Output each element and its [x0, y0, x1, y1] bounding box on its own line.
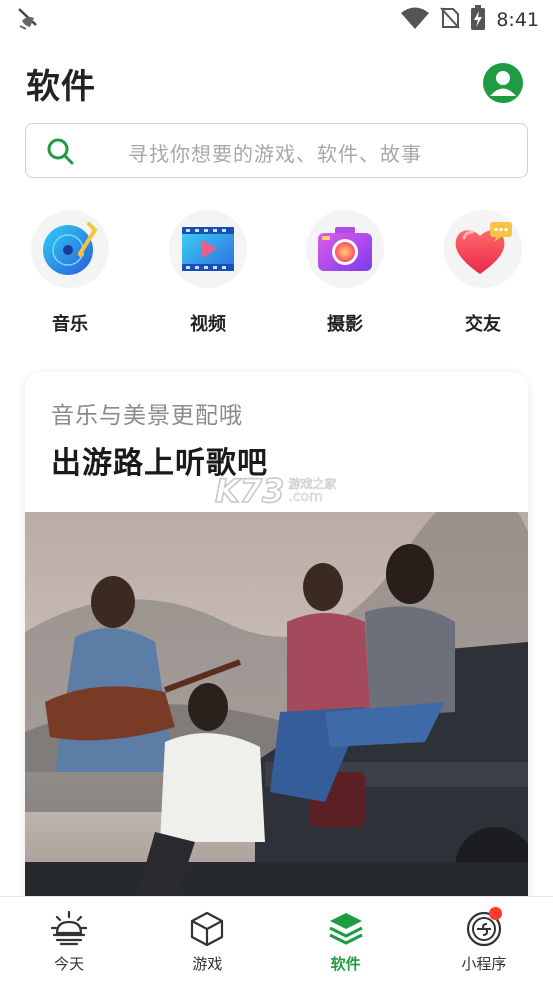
category-music-circle — [31, 210, 109, 288]
card-subtitle: 音乐与美景更配哦 — [51, 403, 243, 429]
category-photo-circle — [306, 210, 384, 288]
nav-today-label: 今天 — [54, 955, 85, 973]
category-photo[interactable]: 摄影 — [295, 210, 395, 336]
category-video[interactable]: 视频 — [158, 210, 258, 336]
watermark-side: 游戏之家 .com — [288, 478, 337, 505]
category-video-circle — [169, 210, 247, 288]
status-bar: 8:41 — [0, 0, 553, 40]
search-bar[interactable]: 寻找你想要的游戏、软件、故事 — [25, 123, 528, 178]
friends-on-pickup-truck-photo — [25, 512, 528, 912]
heart-chat-icon — [455, 222, 512, 274]
cube-icon — [191, 911, 224, 947]
category-social-circle — [444, 210, 522, 288]
category-photo-label: 摄影 — [327, 314, 363, 335]
nav-games-label: 游戏 — [192, 955, 223, 973]
search-icon — [47, 138, 74, 165]
user-avatar-button[interactable] — [483, 63, 523, 103]
no-sim-icon — [440, 6, 461, 34]
watermark-com: .com — [288, 489, 323, 505]
user-avatar-icon — [490, 71, 516, 96]
category-video-label: 视频 — [190, 314, 226, 335]
status-left — [16, 5, 42, 35]
camera-icon — [318, 227, 372, 271]
page-title: 软件 — [26, 66, 96, 107]
film-play-icon — [182, 227, 234, 271]
feature-card[interactable]: 音乐与美景更配哦 出游路上听歌吧 K73 游戏之家 .com — [25, 372, 528, 912]
watermark-main: K73 — [214, 471, 285, 511]
nav-games[interactable]: 游戏 — [138, 897, 276, 983]
header: 软件 — [0, 55, 553, 111]
nav-software[interactable]: 软件 — [277, 897, 415, 983]
music-disc-icon — [43, 222, 98, 275]
nav-mini-program[interactable]: 小程序 — [415, 897, 553, 983]
status-time: 8:41 — [496, 9, 539, 31]
battery-charging-icon — [470, 5, 486, 35]
search-placeholder: 寻找你想要的游戏、软件、故事 — [128, 142, 422, 166]
status-right: 8:41 — [400, 5, 539, 35]
nav-mini-program-label: 小程序 — [461, 955, 507, 973]
app-notification-icon — [16, 5, 42, 35]
today-sun-icon — [51, 911, 88, 946]
nav-today[interactable]: 今天 — [0, 897, 138, 983]
wifi-icon — [400, 6, 430, 34]
category-row: 音乐 视频 摄影 交友 — [0, 210, 553, 340]
bottom-navigation: 今天 游戏 软件 小程序 — [0, 896, 553, 983]
layers-icon — [328, 913, 363, 945]
category-social-label: 交友 — [465, 314, 501, 335]
notification-badge — [488, 907, 502, 920]
category-music-label: 音乐 — [52, 314, 88, 335]
nav-software-label: 软件 — [330, 955, 361, 973]
category-social[interactable]: 交友 — [433, 210, 533, 336]
watermark-logo: K73 游戏之家 .com — [214, 471, 337, 511]
category-music[interactable]: 音乐 — [20, 210, 120, 336]
